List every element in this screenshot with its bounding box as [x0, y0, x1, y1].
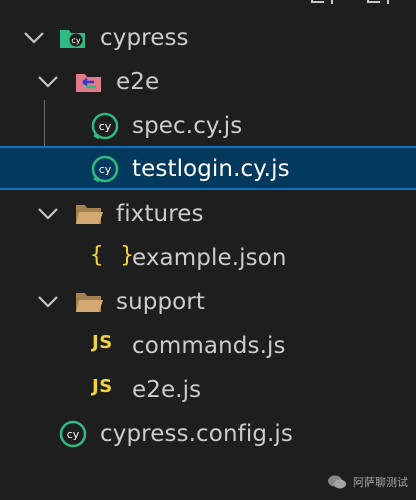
tree-item-example-json[interactable]: { } example.json — [0, 236, 416, 280]
tree-item-cypress[interactable]: cy cypress — [0, 16, 416, 60]
new-folder-icon[interactable] — [364, 0, 398, 8]
chevron-down-icon[interactable] — [36, 290, 60, 314]
json-file-icon: { } — [90, 243, 136, 268]
chevron-down-icon[interactable] — [36, 70, 60, 94]
folder-open-icon — [76, 205, 103, 224]
chevron-down-icon[interactable] — [22, 26, 46, 50]
svg-text:cy: cy — [71, 36, 80, 45]
cypress-file-icon: cy — [91, 112, 119, 140]
cypress-file-icon: cy — [91, 155, 119, 183]
tree-item-spec-cy-js[interactable]: cy spec.cy.js — [0, 104, 416, 148]
js-file-icon: JS — [92, 376, 113, 397]
tree-item-label: e2e.js — [132, 377, 202, 403]
cypress-config-icon: cy — [59, 420, 87, 448]
watermark-text: 阿萨聊测试 — [353, 476, 408, 489]
watermark: 阿萨聊测试 — [327, 474, 408, 490]
tree-item-label: e2e — [116, 69, 160, 95]
js-file-icon: JS — [92, 332, 113, 353]
svg-text:cy: cy — [99, 120, 112, 133]
tree-item-label: spec.cy.js — [132, 113, 243, 139]
tree-item-label: cypress.config.js — [100, 421, 293, 447]
chevron-down-icon[interactable] — [36, 202, 60, 226]
tree-item-fixtures[interactable]: fixtures — [0, 192, 416, 236]
tree-item-label: commands.js — [132, 333, 286, 359]
svg-text:cy: cy — [67, 428, 80, 441]
explorer-actions — [308, 0, 398, 8]
file-explorer: cy cypress e2e cy spec.cy.js cy testlogi… — [0, 0, 416, 500]
tree-item-label: cypress — [100, 25, 189, 51]
e2e-folder-icon — [76, 74, 101, 92]
tree-item-e2e[interactable]: e2e — [0, 60, 416, 104]
wechat-icon — [328, 475, 346, 489]
tree-item-testlogin-cy-js[interactable]: cy testlogin.cy.js — [0, 146, 416, 190]
tree-item-label: example.json — [132, 245, 287, 271]
tree-item-commands-js[interactable]: JS commands.js — [0, 324, 416, 368]
tree-item-support[interactable]: support — [0, 280, 416, 324]
tree-item-label: fixtures — [116, 201, 204, 227]
tree-item-e2e-js[interactable]: JS e2e.js — [0, 368, 416, 412]
new-file-icon[interactable] — [308, 0, 342, 8]
svg-text:cy: cy — [99, 163, 112, 176]
tree-item-label: testlogin.cy.js — [132, 156, 290, 182]
tree-item-cypress-config-js[interactable]: cy cypress.config.js — [0, 412, 416, 456]
folder-open-icon — [76, 293, 103, 312]
tree-item-label: support — [116, 289, 206, 315]
cypress-folder-icon: cy — [60, 30, 85, 48]
